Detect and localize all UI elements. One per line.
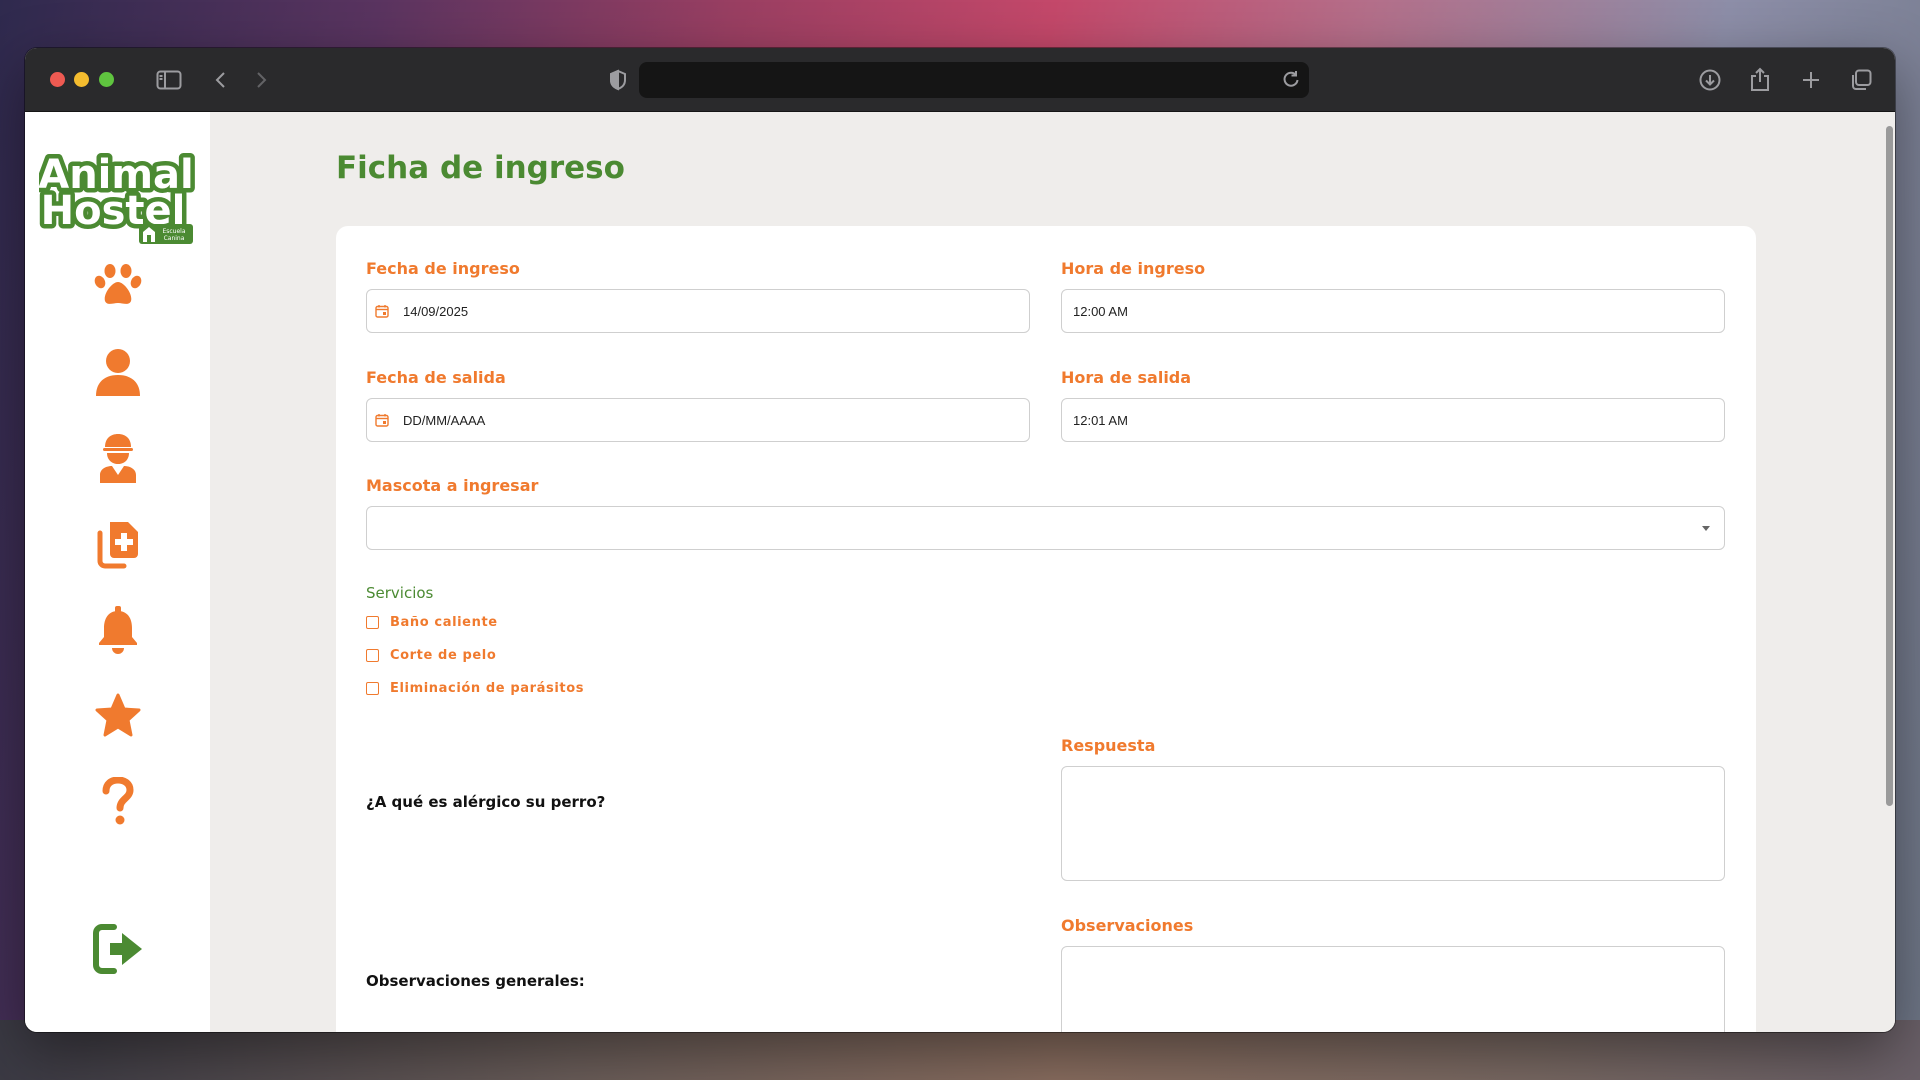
intake-form-card: Fecha de ingreso 14/09/2025 Hora de ingr… xyxy=(336,226,1756,1032)
observaciones-textarea[interactable] xyxy=(1061,946,1725,1032)
sidebar-item-records[interactable] xyxy=(87,513,149,575)
shield-icon[interactable] xyxy=(603,65,633,95)
calendar-icon[interactable] xyxy=(375,302,393,320)
logout-icon xyxy=(93,924,142,974)
servicio-bano-label: Baño caliente xyxy=(390,615,498,630)
servicio-corte-label: Corte de pelo xyxy=(390,648,497,663)
sidebar-item-logout[interactable] xyxy=(87,918,149,980)
hora-ingreso-label: Hora de ingreso xyxy=(1061,259,1206,278)
back-icon[interactable] xyxy=(206,65,236,95)
observaciones-label: Observaciones xyxy=(1061,916,1194,935)
servicios-label: Servicios xyxy=(366,584,434,602)
fecha-salida-label: Fecha de salida xyxy=(366,368,506,387)
sidebar-item-notifications[interactable] xyxy=(87,599,149,661)
main-content: Ficha de ingreso Fecha de ingreso 14/09/… xyxy=(210,112,1895,1032)
sidebar-item-pets[interactable] xyxy=(87,255,149,317)
download-icon[interactable] xyxy=(1695,65,1725,95)
app-sidebar: Animal Animal Hostel Hostel Escuela Cani… xyxy=(25,112,210,1032)
forward-icon[interactable] xyxy=(246,65,276,95)
close-window-button[interactable] xyxy=(50,72,65,87)
alergias-answer-textarea[interactable] xyxy=(1061,766,1725,881)
animal-hostel-logo[interactable]: Animal Animal Hostel Hostel Escuela Cani… xyxy=(34,146,198,246)
paw-icon xyxy=(94,264,142,304)
fecha-ingreso-value: 14/09/2025 xyxy=(403,303,469,319)
chevron-down-icon xyxy=(1702,526,1710,531)
sidebar-item-staff[interactable] xyxy=(87,427,149,489)
hora-ingreso-field[interactable]: 12:00 AM xyxy=(1061,289,1725,333)
user-icon xyxy=(96,349,140,396)
logo-tag1: Escuela xyxy=(162,228,185,235)
hora-salida-value: 12:01 AM xyxy=(1073,412,1128,428)
sidebar-item-help[interactable] xyxy=(87,771,149,833)
tab-overview-icon[interactable] xyxy=(1846,65,1876,95)
fecha-ingreso-field[interactable]: 14/09/2025 xyxy=(366,289,1030,333)
address-bar[interactable] xyxy=(639,62,1309,98)
servicio-bano-option[interactable]: Baño caliente xyxy=(366,615,498,630)
browser-toolbar xyxy=(25,48,1895,112)
minimize-window-button[interactable] xyxy=(74,72,89,87)
hora-ingreso-value: 12:00 AM xyxy=(1073,303,1128,319)
bell-icon xyxy=(99,606,137,654)
respuesta-label: Respuesta xyxy=(1061,736,1156,755)
calendar-icon[interactable] xyxy=(375,411,393,429)
hora-salida-label: Hora de salida xyxy=(1061,368,1192,387)
help-icon xyxy=(102,777,134,825)
medical-records-icon xyxy=(97,522,138,569)
servicio-parasitos-checkbox[interactable] xyxy=(366,682,379,695)
servicio-bano-checkbox[interactable] xyxy=(366,616,379,629)
page-title: Ficha de ingreso xyxy=(336,150,625,186)
servicio-parasitos-option[interactable]: Eliminación de parásitos xyxy=(366,681,584,696)
servicio-corte-checkbox[interactable] xyxy=(366,649,379,662)
mascota-select[interactable] xyxy=(366,506,1725,550)
page-scrollbar[interactable] xyxy=(1883,112,1895,1032)
sidebar-item-clients[interactable] xyxy=(87,341,149,403)
new-tab-icon[interactable] xyxy=(1796,65,1826,95)
reload-icon[interactable] xyxy=(1281,69,1301,94)
servicio-parasitos-label: Eliminación de parásitos xyxy=(390,681,585,696)
logo-tag2: Canina xyxy=(164,235,185,242)
scrollbar-thumb[interactable] xyxy=(1886,126,1893,806)
share-icon[interactable] xyxy=(1745,65,1775,95)
sidebar-toggle-icon[interactable] xyxy=(154,65,184,95)
servicio-corte-option[interactable]: Corte de pelo xyxy=(366,648,496,663)
observaciones-question: Observaciones generales: xyxy=(366,972,585,990)
fecha-salida-placeholder: DD/MM/AAAA xyxy=(403,412,486,428)
browser-window: Animal Animal Hostel Hostel Escuela Cani… xyxy=(25,48,1895,1032)
star-icon xyxy=(95,693,141,737)
staff-icon xyxy=(100,434,136,483)
fecha-ingreso-label: Fecha de ingreso xyxy=(366,259,520,278)
fecha-salida-field[interactable]: DD/MM/AAAA xyxy=(366,398,1030,442)
hora-salida-field[interactable]: 12:01 AM xyxy=(1061,398,1725,442)
alergias-question: ¿A qué es alérgico su perro? xyxy=(366,793,606,811)
mascota-label: Mascota a ingresar xyxy=(366,476,539,495)
maximize-window-button[interactable] xyxy=(99,72,114,87)
sidebar-item-reviews[interactable] xyxy=(87,685,149,747)
